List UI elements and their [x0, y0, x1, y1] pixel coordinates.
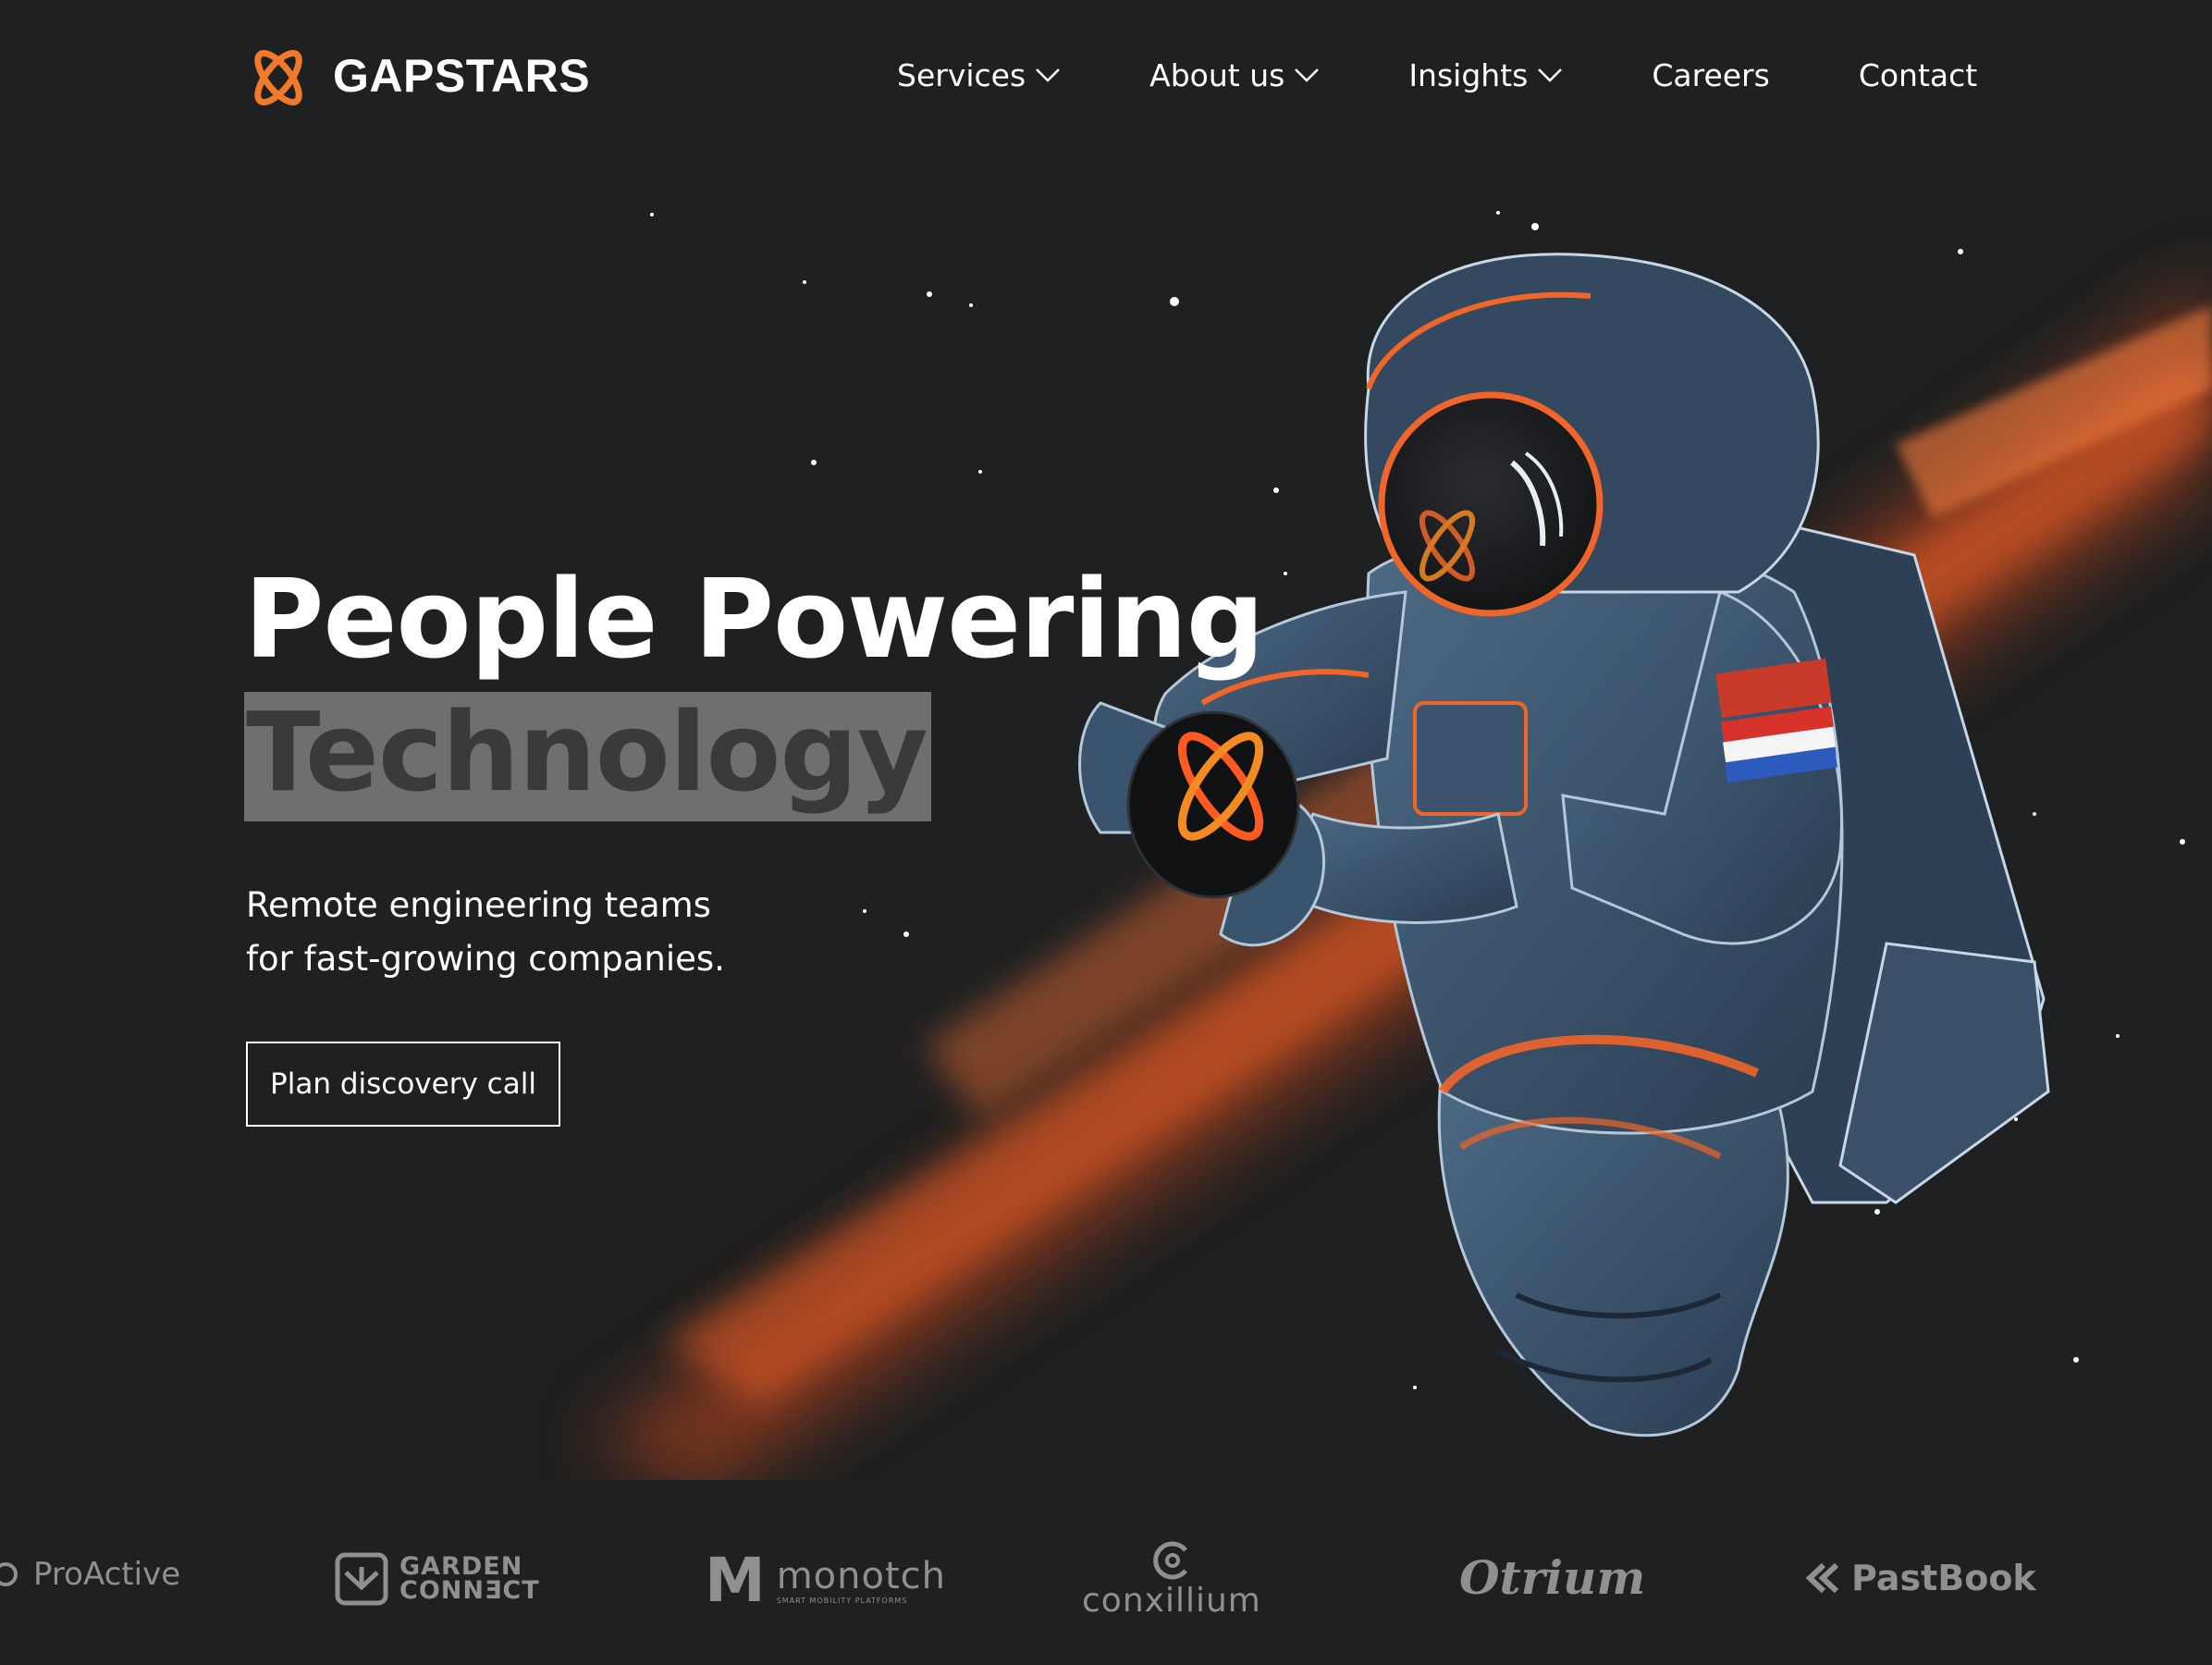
client-name: conxillium: [1082, 1582, 1261, 1620]
chevron-down-icon: [1036, 68, 1061, 82]
nav-item-label: About us: [1149, 56, 1285, 93]
plan-discovery-call-button[interactable]: Plan discovery call: [246, 1042, 560, 1127]
flag-patch: [1715, 658, 1837, 783]
site-header: GAPSTARS Services About us Insights Care…: [0, 0, 2212, 153]
nav-item-services[interactable]: Services: [897, 57, 1061, 93]
client-logo-strip: ProActive GARDEN CONNƎCT M monotch SMART…: [0, 1517, 2212, 1637]
nav-item-insights[interactable]: Insights: [1408, 57, 1563, 93]
subtitle-line-2: for fast-growing companies.: [246, 939, 725, 979]
client-logo-conxillium: conxillium: [1082, 1539, 1261, 1620]
nav-item-label: Services: [897, 56, 1026, 93]
client-logo-garden-connect: GARDEN CONNƎCT: [335, 1552, 540, 1606]
client-name: Otrium: [1459, 1550, 1646, 1605]
gapstars-logo-icon: [254, 50, 302, 105]
client-name: ProActive: [33, 1556, 181, 1593]
proactive-ring-icon: [0, 1562, 18, 1586]
hero-headline: People Powering Technology: [244, 555, 1264, 821]
monotch-initial: M: [705, 1545, 766, 1616]
conxillium-icon: [1153, 1541, 1187, 1580]
brand-logo[interactable]: GAPSTARS: [244, 44, 590, 107]
nav-item-about-us[interactable]: About us: [1149, 57, 1320, 93]
client-logo-pastbook: PastBook: [1805, 1558, 2036, 1598]
client-logo-proactive: ProActive: [0, 1556, 180, 1593]
astronaut-figure: [1078, 253, 2050, 1437]
nav-item-label: Contact: [1858, 56, 1978, 93]
client-name: PastBook: [1851, 1558, 2036, 1598]
client-tagline: SMART MOBILITY PLATFORMS: [776, 1596, 908, 1605]
subtitle-line-1: Remote engineering teams: [246, 885, 711, 925]
nav-item-careers[interactable]: Careers: [1652, 57, 1769, 93]
client-logo-otrium: Otrium: [1459, 1550, 1645, 1605]
brand-name: GAPSTARS: [333, 50, 591, 102]
nav-item-contact[interactable]: Contact: [1859, 57, 1977, 93]
garden-connect-icon: [335, 1552, 388, 1606]
main-nav: Services About us Insights Careers Conta…: [897, 52, 1977, 98]
client-logo-monotch: M monotch SMART MOBILITY PLATFORMS: [705, 1550, 946, 1611]
chevron-down-icon: [1538, 68, 1563, 82]
pastbook-chevron-icon: [1805, 1562, 1839, 1594]
nav-item-label: Insights: [1408, 56, 1529, 93]
headline-line-1: People Powering: [244, 555, 1264, 683]
chevron-down-icon: [1295, 68, 1320, 82]
nav-item-label: Careers: [1652, 56, 1770, 93]
client-name-line-2: CONNƎCT: [399, 1576, 540, 1605]
headline-line-2-highlighted: Technology: [244, 692, 931, 821]
hero-subtitle: Remote engineering teams for fast-growin…: [246, 879, 801, 986]
client-name: monotch: [776, 1554, 946, 1597]
